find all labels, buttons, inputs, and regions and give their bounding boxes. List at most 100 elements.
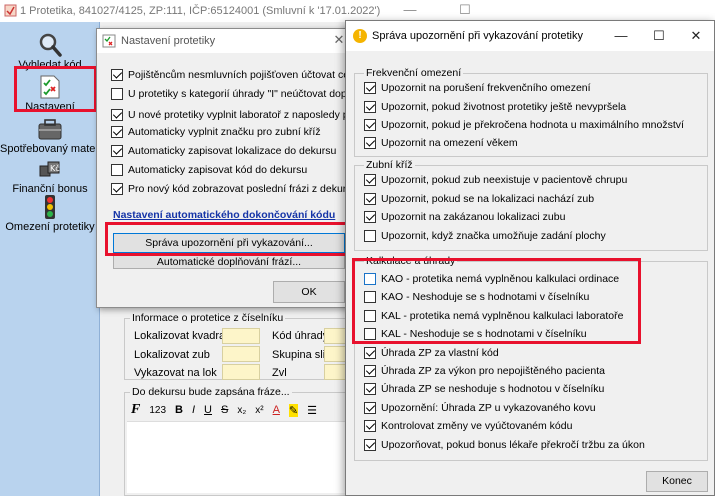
ok-button[interactable]: OK [273, 281, 345, 303]
zvl-field[interactable] [324, 364, 346, 380]
checkbox[interactable] [364, 383, 376, 395]
strike-button[interactable]: S [221, 404, 228, 416]
subscript-button[interactable]: x₂ [237, 405, 246, 416]
checkbox[interactable] [111, 88, 123, 100]
setting-fill-lab[interactable]: U nové protetiky vyplnit laboratoř z nap… [111, 109, 355, 121]
main-window-title: 1 Protetika, 841027/4125, ZP:111, IČP:65… [20, 5, 381, 17]
highlight-button[interactable]: ✎ [288, 403, 299, 417]
checkbox[interactable] [364, 101, 376, 113]
checkbox-label: Pojištěncům nesmluvních pojišťoven účtov… [128, 69, 355, 81]
checkbox[interactable] [111, 126, 123, 138]
checkbox[interactable] [364, 193, 376, 205]
notif-value-mismatch[interactable]: Úhrada ZP se neshoduje s hodnotou v číse… [364, 383, 704, 395]
notif-age-limit[interactable]: Upozornit na omezení věkem [364, 137, 704, 149]
checkbox[interactable] [364, 137, 376, 149]
highlight-manage-notifications [105, 222, 349, 256]
close-icon[interactable]: ✕ [686, 28, 706, 44]
info-group-title: Informace o protetice z číselníku [130, 312, 286, 324]
notif-bonus-exceeds[interactable]: Upozorňovat, pokud bonus lékaře překročí… [364, 439, 704, 451]
nav-item-financial-bonus[interactable]: Kč Finanční bonus [0, 156, 100, 195]
payment-code-field[interactable] [324, 328, 346, 344]
superscript-button[interactable]: x² [255, 405, 263, 416]
settings-dialog-title: Nastavení protetiky [121, 35, 216, 47]
checkbox-label: Upozornit na omezení věkem [381, 137, 518, 149]
notif-own-code[interactable]: Úhrada ZP za vlastní kód [364, 347, 704, 359]
checkbox-label: Upozorňovat, pokud bonus lékaře překročí… [381, 439, 645, 451]
checkbox-label: Upozornit na porušení frekvenčního omeze… [381, 82, 591, 94]
checkbox[interactable] [364, 439, 376, 451]
loc-field[interactable] [222, 364, 260, 380]
nav-item-prosthetics-limits[interactable]: Omezení protetiky [0, 194, 100, 233]
checkbox[interactable] [364, 347, 376, 359]
minimize-icon[interactable]: — [400, 2, 420, 18]
nav-item-used-material[interactable]: Spotřebovaný materi [0, 116, 102, 155]
setting-last-phrase[interactable]: Pro nový kód zobrazovat poslední frázi z… [111, 183, 355, 195]
setting-write-code[interactable]: Automaticky zapisovat kód do dekursu [111, 164, 355, 176]
minimize-icon[interactable]: — [611, 28, 631, 44]
underline-button[interactable]: U [204, 404, 212, 416]
checkbox[interactable] [111, 69, 123, 81]
highlight-kao-kal [352, 258, 641, 344]
font-color-button[interactable]: A [273, 404, 280, 416]
notifications-dialog-title: Správa upozornění při vykazování proteti… [372, 30, 583, 42]
notif-metal[interactable]: Upozornění: Úhrada ZP u vykazovaného kov… [364, 402, 704, 414]
checkbox[interactable] [364, 420, 376, 432]
notif-frequency-violation[interactable]: Upozornit na porušení frekvenčního omeze… [364, 82, 704, 94]
checkbox[interactable] [364, 174, 376, 186]
settings-dialog: Nastavení protetiky ✕ Pojištěncům nesmlu… [96, 28, 356, 308]
maximize-icon[interactable]: ☐ [455, 2, 475, 18]
align-button[interactable]: ☰ [307, 404, 317, 417]
checkbox[interactable] [111, 145, 123, 157]
checklist-icon [102, 34, 116, 48]
autocomplete-settings-link[interactable]: Nastavení automatického dokončování kódu [113, 209, 335, 221]
checkbox[interactable] [364, 365, 376, 377]
notif-lifetime[interactable]: Upozornit, pokud životnost protetiky ješ… [364, 101, 704, 113]
setting-fill-mark[interactable]: Automaticky vyplnit značku pro zubní kří… [111, 126, 355, 138]
label-payment-code: Kód úhrady [272, 330, 329, 342]
notif-max-quantity[interactable]: Upozornit, pokud je překročena hodnota u… [364, 119, 704, 131]
main-titlebar: 1 Protetika, 841027/4125, ZP:111, IČP:65… [0, 0, 520, 22]
checkbox-label: Upozornění: Úhrada ZP u vykazovaného kov… [381, 402, 596, 414]
phrase-autocomplete-button[interactable]: Automatické doplňování frází... [113, 255, 345, 269]
setting-write-localization[interactable]: Automaticky zapisovat lokalizace do deku… [111, 145, 355, 157]
checkbox[interactable] [364, 82, 376, 94]
size-button[interactable]: 123 [149, 405, 166, 416]
checkbox-label: Upozornit, pokud je překročena hodnota u… [381, 119, 684, 131]
font-button[interactable]: F [131, 402, 140, 418]
checkbox[interactable] [111, 109, 123, 121]
checkbox-label: Pro nový kód zobrazovat poslední frázi z… [128, 183, 355, 195]
group-title: Frekvenční omezení [364, 67, 464, 79]
editor-group-title: Do dekursu bude zapsána fráze... [130, 386, 292, 398]
checkbox-label: U protetiky s kategorií úhrady "I" neúčt… [128, 88, 355, 100]
checkbox[interactable] [364, 402, 376, 414]
maximize-icon[interactable]: ☐ [649, 28, 669, 44]
notif-tooth-missing[interactable]: Upozornit, pokud zub neexistuje v pacien… [364, 174, 704, 186]
italic-button[interactable]: I [192, 404, 195, 416]
checkbox[interactable] [364, 119, 376, 131]
setting-category-i[interactable]: U protetiky s kategorií úhrady "I" neúčt… [111, 88, 355, 100]
checkbox-label: Automaticky zapisovat lokalizace do deku… [128, 145, 337, 157]
checkbox-label: Úhrada ZP za vlastní kód [381, 347, 499, 359]
notif-uninsured[interactable]: Úhrada ZP za výkon pro nepojištěného pac… [364, 365, 704, 377]
phrase-editor[interactable] [127, 421, 347, 493]
alloy-field[interactable] [324, 346, 346, 362]
highlight-settings-nav [14, 66, 97, 112]
checkbox-label: Kontrolovat změny ve vyúčtovaném kódu [381, 420, 573, 432]
checkbox[interactable] [364, 230, 376, 242]
checkbox-label: Upozornit, pokud životnost protetiky ješ… [381, 101, 627, 113]
checkbox[interactable] [111, 164, 123, 176]
tooth-field[interactable] [222, 346, 260, 362]
setting-full-payment[interactable]: Pojištěncům nesmluvních pojišťoven účtov… [111, 69, 355, 81]
label-localize-tooth: Lokalizovat zub [134, 349, 210, 361]
checkbox-label: Upozornit na zakázanou lokalizaci zubu [381, 211, 566, 223]
bold-button[interactable]: B [175, 404, 183, 416]
close-button[interactable]: Konec [646, 471, 708, 492]
checkbox-label: Upozornit, pokud zub neexistuje v pacien… [381, 174, 628, 186]
notif-forbidden-location[interactable]: Upozornit na zakázanou lokalizaci zubu [364, 211, 704, 223]
notif-surface-mark[interactable]: Upozornit, když značka umožňuje zadání p… [364, 230, 704, 242]
checkbox[interactable] [364, 211, 376, 223]
checkbox[interactable] [111, 183, 123, 195]
quadrant-field[interactable] [222, 328, 260, 344]
notif-code-changes[interactable]: Kontrolovat změny ve vyúčtovaném kódu [364, 420, 704, 432]
notif-tooth-present[interactable]: Upozornit, pokud se na lokalizaci nacház… [364, 193, 704, 205]
